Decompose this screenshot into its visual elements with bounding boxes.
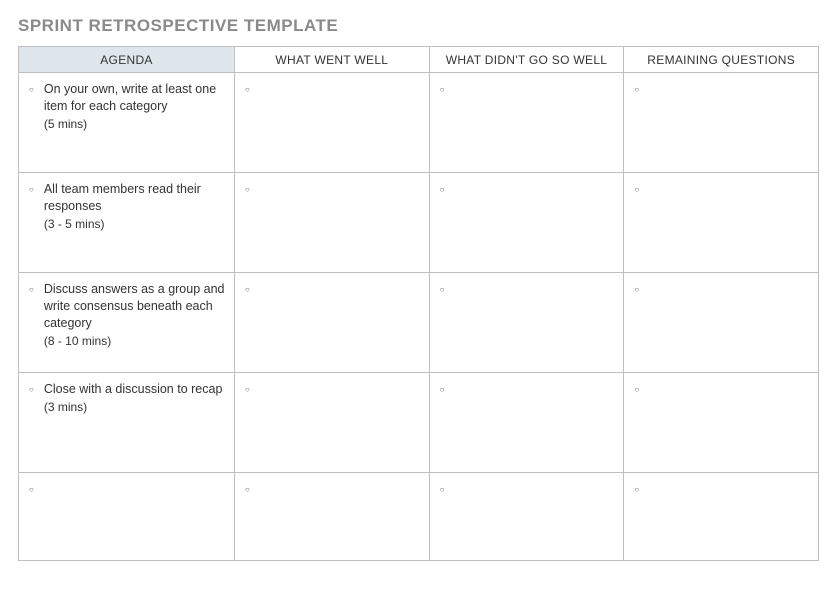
cell-not-well: ○ <box>429 73 624 173</box>
cell-agenda: ○ On your own, write at least one item f… <box>19 73 235 173</box>
cell-not-well: ○ <box>429 173 624 273</box>
bullet-icon: ○ <box>634 84 639 94</box>
header-not-well: WHAT DIDN'T GO SO WELL <box>429 47 624 73</box>
cell-went-well: ○ <box>235 273 430 373</box>
cell-not-well: ○ <box>429 473 624 561</box>
table-row: ○ On your own, write at least one item f… <box>19 73 819 173</box>
cell-agenda: ○ Close with a discussion to recap (3 mi… <box>19 373 235 473</box>
agenda-time: (3 mins) <box>44 399 223 415</box>
bullet-icon: ○ <box>245 384 250 394</box>
bullet-icon: ○ <box>29 384 34 394</box>
cell-went-well: ○ <box>235 173 430 273</box>
page-title: SPRINT RETROSPECTIVE TEMPLATE <box>18 16 819 36</box>
cell-agenda: ○ <box>19 473 235 561</box>
bullet-icon: ○ <box>29 284 34 294</box>
agenda-time: (5 mins) <box>44 116 226 132</box>
cell-questions: ○ <box>624 473 819 561</box>
retrospective-table: AGENDA WHAT WENT WELL WHAT DIDN'T GO SO … <box>18 46 819 561</box>
agenda-time: (8 - 10 mins) <box>44 333 226 349</box>
agenda-time: (3 - 5 mins) <box>44 216 226 232</box>
cell-agenda: ○ Discuss answers as a group and write c… <box>19 273 235 373</box>
bullet-icon: ○ <box>29 84 34 94</box>
bullet-icon: ○ <box>29 184 34 194</box>
bullet-icon: ○ <box>440 284 445 294</box>
table-row: ○ Close with a discussion to recap (3 mi… <box>19 373 819 473</box>
table-row: ○ ○ ○ <box>19 473 819 561</box>
cell-agenda: ○ All team members read their responses … <box>19 173 235 273</box>
bullet-icon: ○ <box>245 284 250 294</box>
bullet-icon: ○ <box>440 84 445 94</box>
agenda-text: All team members read their responses <box>44 181 226 215</box>
cell-questions: ○ <box>624 173 819 273</box>
table-header-row: AGENDA WHAT WENT WELL WHAT DIDN'T GO SO … <box>19 47 819 73</box>
cell-questions: ○ <box>624 373 819 473</box>
table-row: ○ All team members read their responses … <box>19 173 819 273</box>
cell-went-well: ○ <box>235 473 430 561</box>
agenda-text: Close with a discussion to recap <box>44 381 223 398</box>
cell-not-well: ○ <box>429 373 624 473</box>
bullet-icon: ○ <box>440 184 445 194</box>
header-agenda: AGENDA <box>19 47 235 73</box>
bullet-icon: ○ <box>634 184 639 194</box>
cell-went-well: ○ <box>235 373 430 473</box>
bullet-icon: ○ <box>29 484 34 494</box>
bullet-icon: ○ <box>440 484 445 494</box>
cell-went-well: ○ <box>235 73 430 173</box>
bullet-icon: ○ <box>634 284 639 294</box>
bullet-icon: ○ <box>245 184 250 194</box>
bullet-icon: ○ <box>245 84 250 94</box>
agenda-text: Discuss answers as a group and write con… <box>44 281 226 332</box>
cell-questions: ○ <box>624 273 819 373</box>
header-questions: REMAINING QUESTIONS <box>624 47 819 73</box>
table-row: ○ Discuss answers as a group and write c… <box>19 273 819 373</box>
bullet-icon: ○ <box>440 384 445 394</box>
agenda-text: On your own, write at least one item for… <box>44 81 226 115</box>
header-went-well: WHAT WENT WELL <box>235 47 430 73</box>
cell-questions: ○ <box>624 73 819 173</box>
bullet-icon: ○ <box>634 484 639 494</box>
bullet-icon: ○ <box>245 484 250 494</box>
cell-not-well: ○ <box>429 273 624 373</box>
bullet-icon: ○ <box>634 384 639 394</box>
